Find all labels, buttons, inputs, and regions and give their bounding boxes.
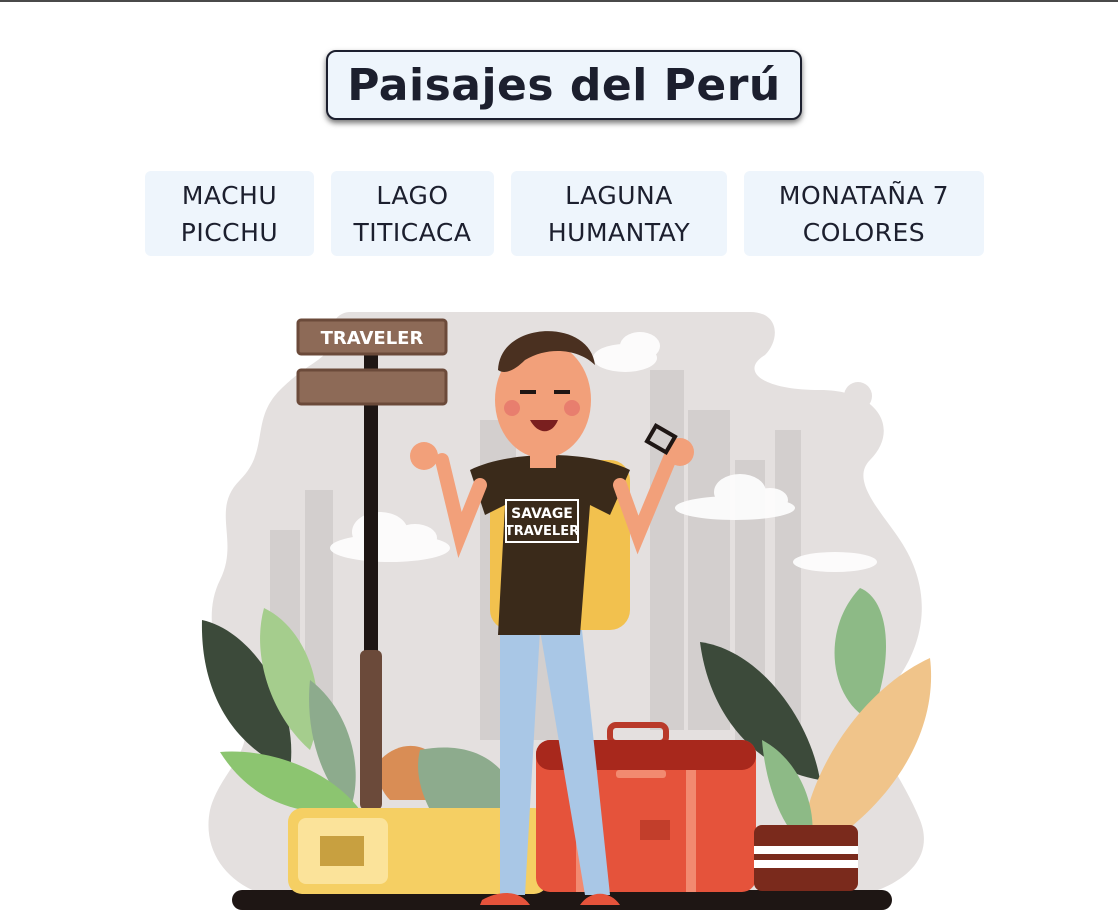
yellow-suitcase-tag	[320, 836, 364, 866]
shirt-text-line1: SAVAGE	[511, 506, 573, 522]
right-cheek	[564, 400, 580, 416]
nav-button-label: LAGO TITICACA	[353, 180, 472, 247]
landscape-nav: MACHU PICCHU LAGO TITICACA LAGUNA HUMANTAY …	[0, 171, 1118, 256]
nav-button-machu-picchu[interactable]: MACHU PICCHU	[145, 171, 314, 256]
red-suitcase-stripe	[616, 770, 666, 778]
sign-board-bottom	[296, 368, 448, 406]
left-fist	[410, 442, 438, 470]
traveler-illustration: TRAVELER SAVAGE TRAVELER	[201, 312, 932, 910]
nav-button-laguna-humantay[interactable]: LAGUNA HUMANTAY	[511, 171, 727, 256]
top-border	[0, 0, 1118, 2]
nav-button-montana-7-colores[interactable]: MONATAÑA 7 COLORES	[744, 171, 984, 256]
page-title: Paisajes del Perú	[347, 59, 781, 111]
nav-button-label: MACHU PICCHU	[180, 180, 279, 247]
page-title-box: Paisajes del Perú	[326, 50, 802, 120]
nav-button-label: MONATAÑA 7 COLORES	[778, 180, 950, 247]
maroon-bag	[754, 825, 858, 891]
nav-button-label: LAGUNA HUMANTAY	[547, 180, 691, 247]
red-suitcase-patch	[640, 820, 670, 840]
left-cheek	[504, 400, 520, 416]
sign-text: TRAVELER	[321, 328, 424, 349]
maroon-bag-stripe-1	[754, 846, 858, 854]
maroon-bag-stripe-2	[754, 860, 858, 868]
nav-button-lago-titicaca[interactable]: LAGO TITICACA	[331, 171, 494, 256]
bubble-shape	[844, 382, 872, 410]
red-suitcase-band-right	[686, 770, 696, 892]
signpost-base	[360, 650, 382, 810]
shirt-text-line2: TRAVELER	[505, 524, 579, 539]
